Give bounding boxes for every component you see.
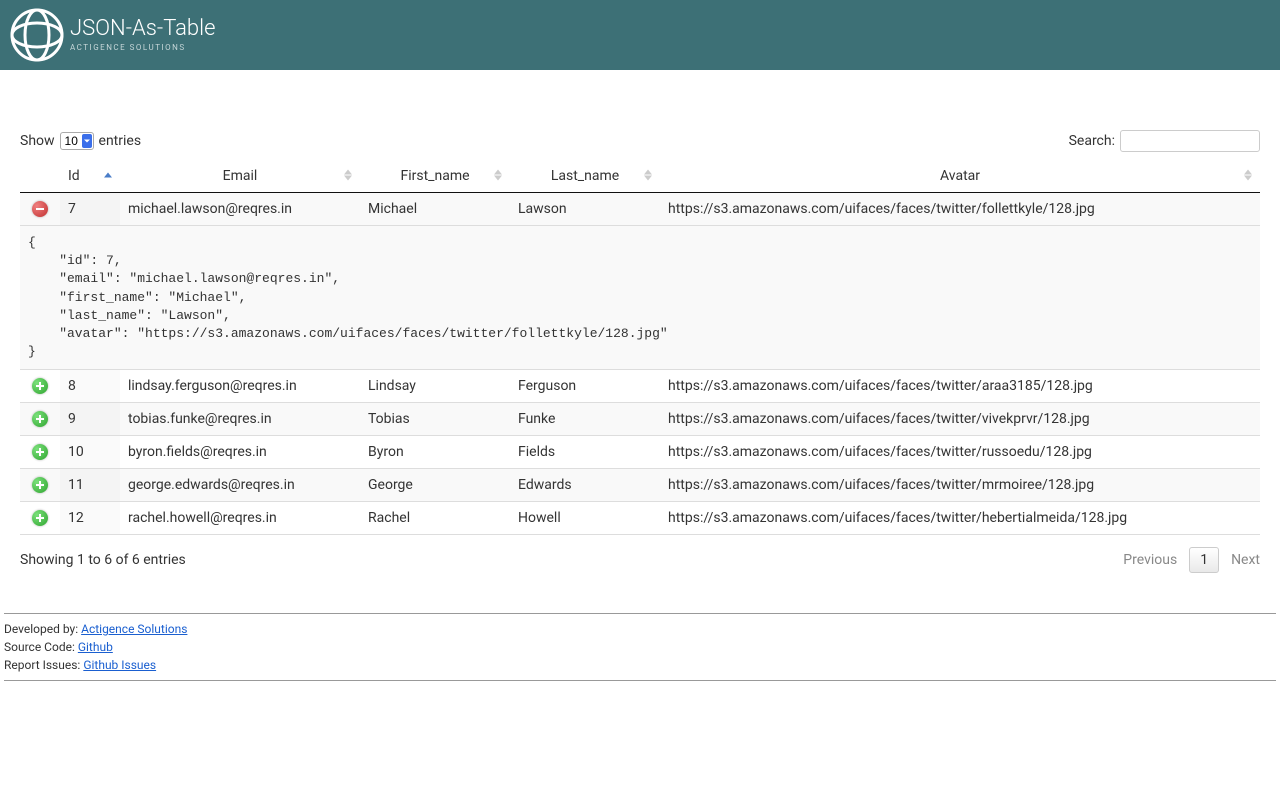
sort-icon [104,173,112,178]
cell-email: michael.lawson@reqres.in [120,193,360,226]
cell-first-name: George [360,469,510,502]
table-row: 8lindsay.ferguson@reqres.inLindsayFergus… [20,370,1260,403]
table-info: Showing 1 to 6 of 6 entries [20,552,186,568]
col-email[interactable]: Email [120,158,360,193]
cell-id: 11 [60,469,120,502]
sort-icon [644,170,652,181]
col-avatar[interactable]: Avatar [660,158,1260,193]
collapse-icon[interactable] [32,201,48,217]
col-last-name[interactable]: Last_name [510,158,660,193]
cell-last-name: Lawson [510,193,660,226]
cell-last-name: Fields [510,436,660,469]
table-row: 9tobias.funke@reqres.inTobiasFunkehttps:… [20,403,1260,436]
iss-label: Report Issues: [4,658,83,672]
col-expand [20,158,60,193]
cell-first-name: Michael [360,193,510,226]
cell-last-name: Howell [510,502,660,535]
table-row: 7michael.lawson@reqres.inMichaelLawsonht… [20,193,1260,226]
cell-email: rachel.howell@reqres.in [120,502,360,535]
cell-first-name: Lindsay [360,370,510,403]
cell-email: tobias.funke@reqres.in [120,403,360,436]
cell-avatar: https://s3.amazonaws.com/uifaces/faces/t… [660,403,1260,436]
col-id[interactable]: Id [60,158,120,193]
page-length-select[interactable]: 10 [60,132,94,150]
expand-icon[interactable] [32,411,48,427]
page-length-control: Show 10 entries [20,132,141,150]
dev-link[interactable]: Actigence Solutions [81,622,187,636]
cell-email: lindsay.ferguson@reqres.in [120,370,360,403]
cell-first-name: Tobias [360,403,510,436]
data-table: Id Email First_name Last_name Avatar [20,158,1260,535]
iss-link[interactable]: Github Issues [83,658,156,672]
cell-id: 12 [60,502,120,535]
brand-title: JSON-As-Table [70,18,215,40]
prev-button[interactable]: Previous [1123,552,1177,568]
globe-icon [10,8,64,62]
app-header: JSON-As-Table ACTIGENCE SOLUTIONS [0,0,1280,70]
expand-icon[interactable] [32,510,48,526]
cell-first-name: Rachel [360,502,510,535]
cell-first-name: Byron [360,436,510,469]
cell-avatar: https://s3.amazonaws.com/uifaces/faces/t… [660,193,1260,226]
cell-avatar: https://s3.amazonaws.com/uifaces/faces/t… [660,502,1260,535]
cell-avatar: https://s3.amazonaws.com/uifaces/faces/t… [660,370,1260,403]
expand-icon[interactable] [32,444,48,460]
cell-avatar: https://s3.amazonaws.com/uifaces/faces/t… [660,469,1260,502]
detail-json: { "id": 7, "email": "michael.lawson@reqr… [20,226,1260,370]
pagination: Previous 1 Next [1123,547,1260,573]
cell-avatar: https://s3.amazonaws.com/uifaces/faces/t… [660,436,1260,469]
credits: Developed by: Actigence Solutions Source… [4,613,1276,681]
table-row: 12rachel.howell@reqres.inRachelHowellhtt… [20,502,1260,535]
src-label: Source Code: [4,640,78,654]
sort-icon [494,170,502,181]
show-label: Show [20,133,55,149]
search-input[interactable] [1120,130,1260,152]
src-link[interactable]: Github [78,640,113,654]
cell-id: 10 [60,436,120,469]
expand-icon[interactable] [32,477,48,493]
sort-icon [344,170,352,181]
expand-icon[interactable] [32,378,48,394]
dev-label: Developed by: [4,622,81,636]
cell-email: george.edwards@reqres.in [120,469,360,502]
search-label: Search: [1069,133,1115,149]
cell-id: 9 [60,403,120,436]
table-row: 10byron.fields@reqres.inByronFieldshttps… [20,436,1260,469]
cell-id: 8 [60,370,120,403]
page-number[interactable]: 1 [1189,547,1219,573]
next-button[interactable]: Next [1231,552,1260,568]
cell-last-name: Ferguson [510,370,660,403]
cell-last-name: Funke [510,403,660,436]
entries-label: entries [99,133,142,149]
col-first-name[interactable]: First_name [360,158,510,193]
brand-subtitle: ACTIGENCE SOLUTIONS [70,43,215,52]
cell-last-name: Edwards [510,469,660,502]
detail-row: { "id": 7, "email": "michael.lawson@reqr… [20,226,1260,370]
table-row: 11george.edwards@reqres.inGeorgeEdwardsh… [20,469,1260,502]
sort-icon [1244,170,1252,181]
brand-logo: JSON-As-Table ACTIGENCE SOLUTIONS [10,8,215,62]
cell-email: byron.fields@reqres.in [120,436,360,469]
search-control: Search: [1069,130,1260,152]
cell-id: 7 [60,193,120,226]
